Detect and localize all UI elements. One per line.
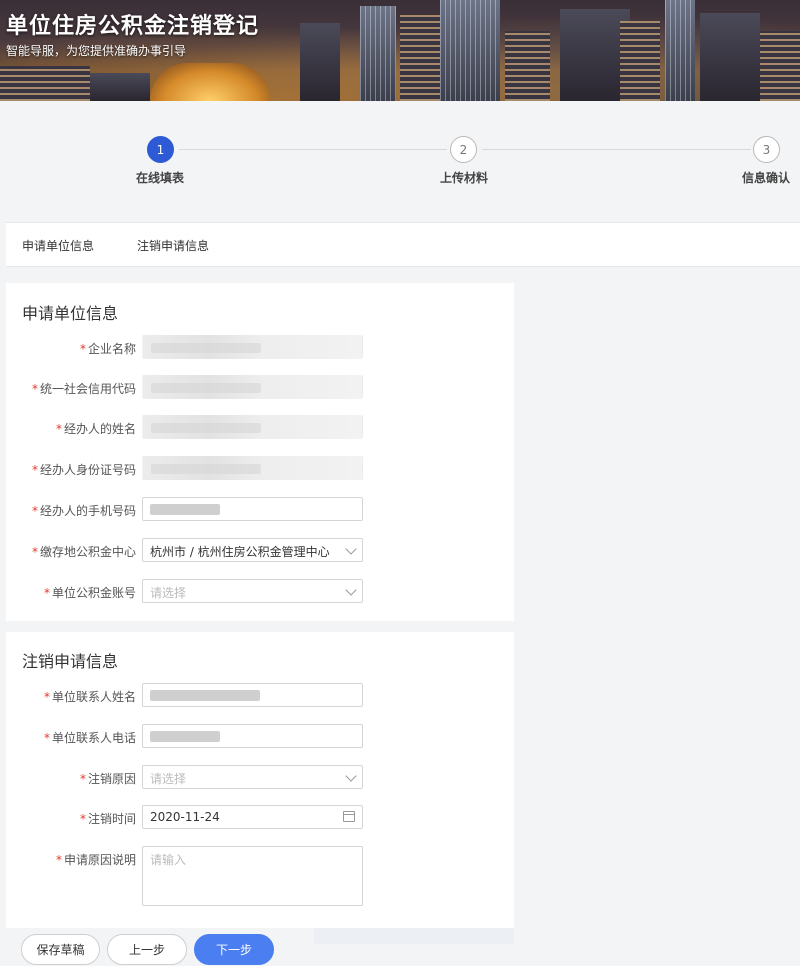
- handler-id-label: 经办人身份证号码: [39, 463, 136, 477]
- tab-cancel-info[interactable]: 注销申请信息: [137, 237, 209, 254]
- step-1-label: 在线填表: [136, 171, 185, 185]
- contact-name-label: 单位联系人姓名: [51, 690, 136, 704]
- step-3-circle: 3: [753, 136, 780, 163]
- section-title-cancel: 注销申请信息: [22, 652, 119, 671]
- step-1-circle: 1: [147, 136, 174, 163]
- contact-name-input[interactable]: [142, 683, 363, 707]
- next-step-button[interactable]: 下一步: [194, 934, 274, 965]
- prev-step-button[interactable]: 上一步: [107, 934, 187, 965]
- cancel-info-section: 注销申请信息 * 单位联系人姓名 * 单位联系人电话 * 注销原因 请选择 * 注销时间…: [6, 632, 514, 928]
- company-name-input[interactable]: [142, 335, 363, 359]
- deposit-center-select[interactable]: 杭州市 / 杭州住房公积金管理中心: [142, 538, 363, 562]
- credit-code-row: * 统一社会信用代码: [6, 375, 514, 400]
- account-placeholder: 请选择: [150, 586, 187, 600]
- section-tabs: 申请单位信息 注销申请信息: [6, 222, 800, 267]
- credit-code-input[interactable]: [142, 375, 363, 399]
- contact-phone-label: 单位联系人电话: [51, 731, 136, 745]
- chevron-down-icon: [345, 543, 357, 555]
- chevron-down-icon: [345, 584, 357, 596]
- deposit-center-row: * 缴存地公积金中心 杭州市 / 杭州住房公积金管理中心: [6, 538, 514, 563]
- date-label: 注销时间: [87, 812, 136, 826]
- page-title: 单位住房公积金注销登记: [6, 14, 260, 39]
- deposit-center-label: 缴存地公积金中心: [39, 545, 136, 559]
- handler-phone-input[interactable]: [142, 497, 363, 521]
- step-2-circle: 2: [450, 136, 477, 163]
- account-select[interactable]: 请选择: [142, 579, 363, 603]
- deposit-center-value: 杭州市 / 杭州住房公积金管理中心: [150, 545, 330, 559]
- section-title-company: 申请单位信息: [22, 304, 119, 323]
- company-info-section: 申请单位信息 * 企业名称 * 统一社会信用代码 * 经办人的姓名 * 经办人身份证号码…: [6, 283, 514, 621]
- contact-phone-input[interactable]: [142, 724, 363, 748]
- company-name-label: 企业名称: [87, 342, 136, 356]
- date-row: * 注销时间 2020-11-24: [6, 805, 514, 830]
- account-label: 单位公积金账号: [51, 586, 136, 600]
- reason-desc-row: * 申请原因说明: [6, 846, 514, 908]
- account-row: * 单位公积金账号 请选择: [6, 579, 514, 604]
- handler-name-row: * 经办人的姓名: [6, 415, 514, 440]
- handler-phone-label: 经办人的手机号码: [39, 504, 136, 518]
- page-subtitle: 智能导服，为您提供准确办事引导: [6, 44, 187, 58]
- tab-company-info[interactable]: 申请单位信息: [22, 237, 94, 254]
- header-banner: 单位住房公积金注销登记 智能导服，为您提供准确办事引导: [0, 0, 800, 101]
- reason-row: * 注销原因 请选择: [6, 765, 514, 790]
- chevron-down-icon: [345, 770, 357, 782]
- step-2-label: 上传材料: [440, 171, 489, 185]
- handler-name-label: 经办人的姓名: [63, 422, 136, 436]
- date-picker[interactable]: 2020-11-24: [142, 805, 363, 829]
- handler-name-input[interactable]: [142, 415, 363, 439]
- handler-id-input[interactable]: [142, 456, 363, 480]
- reason-select[interactable]: 请选择: [142, 765, 363, 789]
- reason-label: 注销原因: [87, 772, 136, 786]
- step-progress: 1 2 3 在线填表 上传材料 信息确认: [0, 101, 800, 211]
- date-value: 2020-11-24: [150, 810, 220, 824]
- bottom-divider: [314, 928, 514, 944]
- reason-desc-textarea[interactable]: [142, 846, 363, 906]
- handler-phone-row: * 经办人的手机号码: [6, 497, 514, 522]
- credit-code-label: 统一社会信用代码: [39, 382, 136, 396]
- calendar-icon: [343, 811, 355, 822]
- contact-name-row: * 单位联系人姓名: [6, 683, 514, 708]
- contact-phone-row: * 单位联系人电话: [6, 724, 514, 749]
- reason-desc-label: 申请原因说明: [63, 853, 136, 867]
- reason-placeholder: 请选择: [150, 772, 187, 786]
- save-draft-button[interactable]: 保存草稿: [21, 934, 100, 965]
- step-3-label: 信息确认: [742, 171, 791, 185]
- handler-id-row: * 经办人身份证号码: [6, 456, 514, 481]
- company-name-row: * 企业名称: [6, 335, 514, 360]
